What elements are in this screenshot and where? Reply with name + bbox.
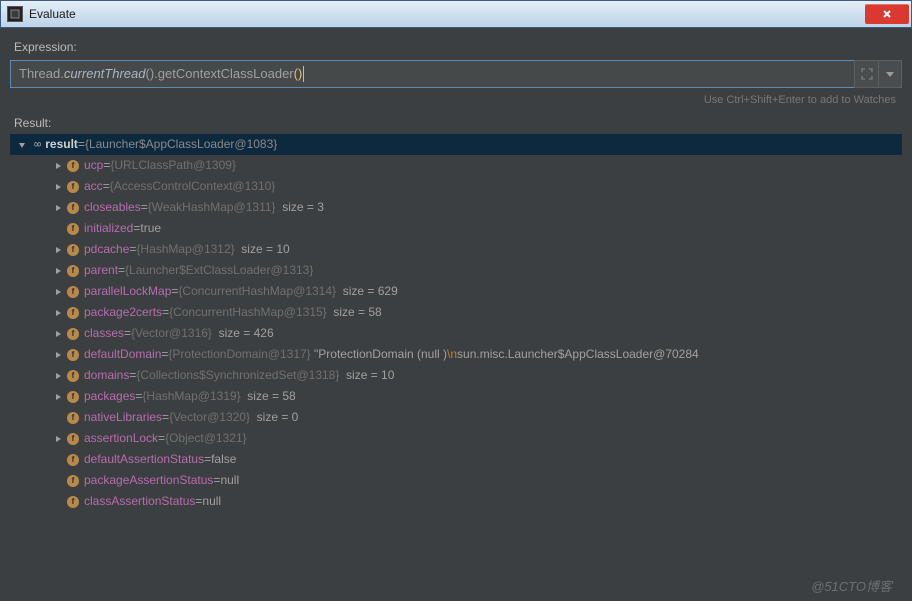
field-icon: f <box>66 390 80 404</box>
tree-row[interactable]: facc = {AccessControlContext@1310} <box>10 176 902 197</box>
tree-row[interactable]: fpdcache = {HashMap@1312} size = 10 <box>10 239 902 260</box>
field-icon: f <box>66 306 80 320</box>
field-icon: f <box>66 432 80 446</box>
tree-row[interactable]: fdefaultDomain = {ProtectionDomain@1317}… <box>10 344 902 365</box>
window-titlebar: Evaluate <box>0 0 912 28</box>
window-title: Evaluate <box>29 7 865 21</box>
tree-row[interactable]: fnativeLibraries = {Vector@1320} size = … <box>10 407 902 428</box>
tree-row[interactable]: fpackages = {HashMap@1319} size = 58 <box>10 386 902 407</box>
expand-arrow-icon[interactable] <box>52 393 64 401</box>
tree-row[interactable]: fucp = {URLClassPath@1309} <box>10 155 902 176</box>
tree-row[interactable]: fclasses = {Vector@1316} size = 426 <box>10 323 902 344</box>
field-icon: f <box>66 264 80 278</box>
field-icon: f <box>66 180 80 194</box>
expand-arrow-icon[interactable] <box>52 330 64 338</box>
field-icon: f <box>66 327 80 341</box>
field-icon: f <box>66 201 80 215</box>
tree-row[interactable]: fparallelLockMap = {ConcurrentHashMap@13… <box>10 281 902 302</box>
field-icon: f <box>66 222 80 236</box>
tree-row[interactable]: fclassAssertionStatus = null <box>10 491 902 512</box>
expand-arrow-icon[interactable] <box>16 141 28 149</box>
field-icon: f <box>66 369 80 383</box>
field-icon: f <box>66 243 80 257</box>
expand-arrow-icon[interactable] <box>52 246 64 254</box>
app-icon <box>7 6 23 22</box>
tree-row[interactable]: finitialized = true <box>10 218 902 239</box>
field-icon: f <box>66 453 80 467</box>
expand-fullscreen-button[interactable] <box>854 60 878 88</box>
result-tree[interactable]: ∞result = {Launcher$AppClassLoader@1083}… <box>10 134 902 512</box>
field-icon: f <box>66 411 80 425</box>
expand-arrow-icon[interactable] <box>52 183 64 191</box>
expand-arrow-icon[interactable] <box>52 162 64 170</box>
tree-row[interactable]: fassertionLock = {Object@1321} <box>10 428 902 449</box>
hint-text: Use Ctrl+Shift+Enter to add to Watches <box>10 94 896 106</box>
expand-arrow-icon[interactable] <box>52 372 64 380</box>
field-icon: f <box>66 495 80 509</box>
watermark: @51CTO博客 <box>811 576 892 595</box>
tree-row[interactable]: ∞result = {Launcher$AppClassLoader@1083} <box>10 134 902 155</box>
field-icon: f <box>66 285 80 299</box>
tree-row[interactable]: fdefaultAssertionStatus = false <box>10 449 902 470</box>
tree-row[interactable]: fpackage2certs = {ConcurrentHashMap@1315… <box>10 302 902 323</box>
tree-row[interactable]: fpackageAssertionStatus = null <box>10 470 902 491</box>
expand-arrow-icon[interactable] <box>52 267 64 275</box>
field-icon: f <box>66 474 80 488</box>
window-close-button[interactable] <box>865 4 909 24</box>
expand-arrow-icon[interactable] <box>52 204 64 212</box>
expression-label: Expression: <box>14 40 902 54</box>
link-icon: ∞ <box>34 134 41 155</box>
expand-arrow-icon[interactable] <box>52 435 64 443</box>
field-icon: f <box>66 159 80 173</box>
result-label: Result: <box>14 116 902 130</box>
expand-arrow-icon[interactable] <box>52 309 64 317</box>
tree-row[interactable]: fparent = {Launcher$ExtClassLoader@1313} <box>10 260 902 281</box>
expression-history-dropdown[interactable] <box>878 60 902 88</box>
tree-row[interactable]: fdomains = {Collections$SynchronizedSet@… <box>10 365 902 386</box>
field-icon: f <box>66 348 80 362</box>
tree-row[interactable]: fcloseables = {WeakHashMap@1311} size = … <box>10 197 902 218</box>
expression-input[interactable]: Thread.currentThread().getContextClassLo… <box>10 60 854 88</box>
expand-arrow-icon[interactable] <box>52 288 64 296</box>
expand-arrow-icon[interactable] <box>52 351 64 359</box>
